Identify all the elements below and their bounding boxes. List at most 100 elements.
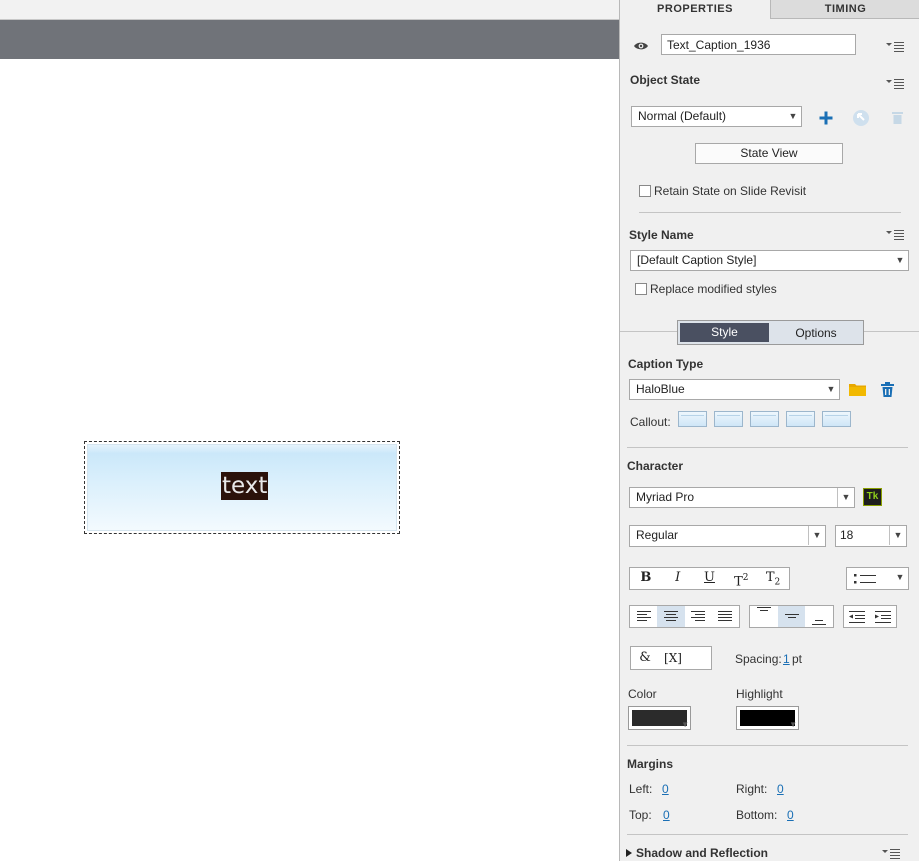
outdent-button[interactable]: [844, 606, 870, 627]
underline-button[interactable]: U: [694, 568, 726, 589]
align-bottom-button[interactable]: [805, 606, 833, 627]
subtab-options[interactable]: Options: [771, 323, 861, 342]
align-middle-button[interactable]: [777, 606, 806, 627]
typekit-icon[interactable]: Tk: [863, 488, 882, 506]
expand-arrow-icon[interactable]: [626, 849, 632, 857]
align-right-button[interactable]: [685, 606, 712, 627]
state-view-button[interactable]: State View: [695, 143, 843, 164]
list-style-dropdown[interactable]: ▼: [846, 567, 909, 590]
horizontal-align-group: [629, 605, 740, 628]
callout-option-1[interactable]: [678, 411, 707, 427]
callout-option-2[interactable]: [714, 411, 743, 427]
chevron-down-icon: ▼: [895, 255, 905, 265]
folder-icon[interactable]: [849, 382, 866, 396]
stage-top-strip: [0, 0, 619, 20]
object-name-input[interactable]: [661, 34, 856, 55]
text-format-group: B I U T2 T2: [629, 567, 790, 590]
chevron-down-icon: ▼: [826, 384, 836, 394]
margin-left-label: Left:: [629, 782, 653, 796]
subtab-style[interactable]: Style: [680, 323, 769, 342]
insert-group: & [X]: [630, 646, 712, 670]
highlight-label: Highlight: [736, 687, 783, 701]
object-state-menu-icon[interactable]: [886, 78, 904, 90]
callout-label: Callout:: [630, 415, 671, 429]
tab-properties[interactable]: PROPERTIES: [620, 0, 770, 20]
spacing-value[interactable]: 1: [783, 652, 790, 666]
spacing-label: Spacing:: [735, 652, 782, 666]
margin-bottom-value[interactable]: 0: [787, 808, 794, 822]
align-left-button[interactable]: [630, 606, 657, 627]
align-top-button[interactable]: [750, 606, 778, 627]
font-style-value: Regular: [636, 528, 679, 542]
replace-styles-checkbox[interactable]: [635, 283, 647, 295]
caption-type-value: HaloBlue: [636, 382, 685, 396]
color-label: Color: [628, 687, 657, 701]
text-color-picker[interactable]: ▼: [628, 706, 691, 730]
chevron-down-icon: ▼: [895, 572, 905, 582]
insert-symbol-button[interactable]: &: [631, 647, 659, 669]
style-name-dropdown[interactable]: [Default Caption Style] ▼: [630, 250, 909, 271]
replace-styles-label: Replace modified styles: [650, 282, 777, 296]
insert-variable-button[interactable]: [X]: [659, 647, 687, 669]
chevron-down-icon: ▼: [681, 720, 689, 729]
justify-button[interactable]: [712, 606, 739, 627]
margins-heading: Margins: [627, 757, 674, 771]
chevron-down-icon: ▼: [808, 526, 825, 545]
superscript-digit: 2: [742, 573, 749, 583]
tab-timing[interactable]: TIMING: [770, 0, 919, 19]
caption-text[interactable]: text: [221, 472, 269, 500]
spacing-unit: pt: [792, 652, 803, 666]
chevron-down-icon: ▼: [889, 526, 906, 545]
chevron-down-icon: ▼: [837, 488, 854, 507]
margin-left-value[interactable]: 0: [662, 782, 669, 796]
margin-top-value[interactable]: 0: [663, 808, 670, 822]
add-state-icon[interactable]: [819, 111, 833, 125]
margin-bottom-label: Bottom:: [736, 808, 778, 822]
highlight-color-swatch: [740, 710, 795, 726]
font-size-dropdown[interactable]: 18 ▼: [835, 525, 907, 547]
retain-state-checkbox[interactable]: [639, 185, 651, 197]
subscript-t: T: [765, 570, 775, 585]
bold-button[interactable]: B: [630, 568, 662, 589]
font-style-dropdown[interactable]: Regular ▼: [629, 525, 826, 547]
object-state-value: Normal (Default): [638, 109, 727, 123]
text-caption-object[interactable]: text: [84, 441, 400, 534]
retain-state-label: Retain State on Slide Revisit: [654, 184, 807, 198]
font-family-dropdown[interactable]: Myriad Pro ▼: [629, 487, 855, 508]
chevron-down-icon: ▼: [788, 111, 798, 121]
shadow-menu-icon[interactable]: [882, 848, 900, 860]
callout-option-4[interactable]: [786, 411, 815, 427]
object-state-dropdown[interactable]: Normal (Default) ▼: [631, 106, 802, 127]
callout-option-3[interactable]: [750, 411, 779, 427]
stage-toolbar-bar: [0, 20, 619, 59]
text-color-swatch: [632, 710, 687, 726]
character-heading: Character: [627, 459, 684, 473]
caption-type-dropdown[interactable]: HaloBlue ▼: [629, 379, 840, 400]
vertical-align-group: [749, 605, 834, 628]
panel-menu-icon[interactable]: [886, 41, 904, 53]
visibility-eye-icon[interactable]: [633, 40, 649, 52]
delete-state-icon[interactable]: [892, 111, 903, 124]
section-divider: [627, 745, 908, 746]
indent-button[interactable]: [870, 606, 896, 627]
subscript-button[interactable]: T2: [757, 568, 789, 589]
style-name-value: [Default Caption Style]: [637, 253, 757, 267]
callout-option-5[interactable]: [822, 411, 851, 427]
highlight-color-picker[interactable]: ▼: [736, 706, 799, 730]
margin-right-value[interactable]: 0: [777, 782, 784, 796]
superscript-button[interactable]: T2: [725, 568, 757, 589]
align-center-button[interactable]: [657, 606, 685, 627]
object-state-heading: Object State: [630, 73, 701, 87]
italic-button[interactable]: I: [662, 568, 694, 589]
trash-icon[interactable]: [881, 382, 894, 397]
shadow-reflection-heading[interactable]: Shadow and Reflection: [636, 846, 768, 860]
style-name-heading: Style Name: [629, 228, 694, 242]
superscript-t: T: [734, 574, 743, 590]
section-divider: [639, 212, 901, 213]
style-name-menu-icon[interactable]: [886, 229, 904, 241]
bullet-list-icon: [854, 574, 876, 584]
edit-state-icon[interactable]: [852, 109, 870, 127]
font-family-value: Myriad Pro: [636, 490, 695, 504]
font-size-value: 18: [840, 528, 854, 542]
slide-stage[interactable]: text: [0, 0, 619, 861]
